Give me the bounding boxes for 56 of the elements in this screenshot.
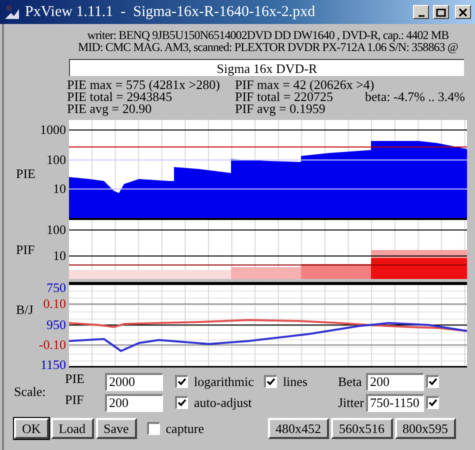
close-icon xyxy=(458,8,468,16)
axis-tick-label: 100 xyxy=(46,222,66,237)
checkbox[interactable] xyxy=(175,396,188,409)
stat-text: beta: -4.7% .. 3.4% xyxy=(365,91,466,103)
scale-label: Scale: xyxy=(14,384,47,400)
axis-tick-label: -0.10 xyxy=(38,337,66,352)
disc-title-field: Sigma 16x DVD-R xyxy=(69,59,464,76)
close-button[interactable] xyxy=(455,5,471,19)
field-label: PIF xyxy=(65,392,85,408)
field-label: Jitter xyxy=(338,394,365,410)
action-button[interactable]: OK xyxy=(14,418,49,439)
stat-text: PIF avg = 0.1959 xyxy=(235,103,326,115)
window-title: PxView 1.11.1 - Sigma-16x-R-1640-16x-2.pxd xyxy=(25,4,316,20)
checkbox-label: capture xyxy=(166,420,204,436)
checkbox-label: lines xyxy=(282,374,308,390)
checkbox[interactable] xyxy=(426,375,439,388)
axis-tick-label: 950 xyxy=(46,317,66,332)
minimize-icon xyxy=(418,14,424,16)
maximize-button[interactable] xyxy=(433,5,449,19)
minimize-button[interactable] xyxy=(413,5,429,19)
size-button[interactable]: 800x595 xyxy=(394,418,456,439)
field-label: Beta xyxy=(338,374,363,390)
checkbox[interactable] xyxy=(175,375,188,388)
axis-tick-label: 750 xyxy=(46,280,66,295)
axis-tick-label: 0.10 xyxy=(43,296,66,311)
axis-tick-label: 100 xyxy=(46,152,66,167)
stat-text: PIF total = 220725 xyxy=(235,91,333,103)
checkbox[interactable] xyxy=(264,375,277,388)
chart-label: B/J xyxy=(16,302,34,317)
axis-tick-label: 10 xyxy=(53,181,66,196)
size-button[interactable]: 560x516 xyxy=(331,418,392,439)
chart-label: PIE xyxy=(16,166,36,181)
checkbox-label: auto-adjust xyxy=(194,394,252,410)
chart-label: PIF xyxy=(16,242,35,257)
axis-tick-label: 1150 xyxy=(40,357,66,369)
app-icon xyxy=(3,3,21,21)
checkbox[interactable] xyxy=(426,396,439,409)
axis-tick-label: 10 xyxy=(53,248,66,263)
info-line: writer: BENQ 9JB5U150N6514002DVD DD DW1640 , DVD-R, cap.: 4402 MB xyxy=(87,29,449,41)
stat-text: PIF max = 42 (20626x >4) xyxy=(235,79,374,91)
checkbox[interactable] xyxy=(146,422,160,435)
scale-input[interactable]: 200 xyxy=(366,372,424,390)
field-label: PIE xyxy=(65,371,86,387)
stat-text: PIE total = 2943845 xyxy=(67,91,172,103)
stat-text: PIE max = 575 (4281x >280) xyxy=(67,79,220,91)
axis-tick-label: 1000 xyxy=(40,122,66,137)
info-line: MID: CMC MAG. AM3, scanned: PLEXTOR DVDR PX-712A 1.06 S/N: 358863 @ xyxy=(78,41,458,53)
action-button[interactable]: Load xyxy=(50,418,94,439)
scale-input[interactable]: 2000 xyxy=(105,372,163,390)
action-button[interactable]: Save xyxy=(96,418,137,439)
maximize-icon xyxy=(436,8,446,16)
scale-input[interactable]: 750-1150 xyxy=(366,394,424,412)
checkbox-label: logarithmic xyxy=(194,374,254,390)
scale-input[interactable]: 200 xyxy=(105,394,163,412)
stat-text: PIE avg = 20.90 xyxy=(67,103,152,115)
size-button[interactable]: 480x452 xyxy=(268,418,329,439)
